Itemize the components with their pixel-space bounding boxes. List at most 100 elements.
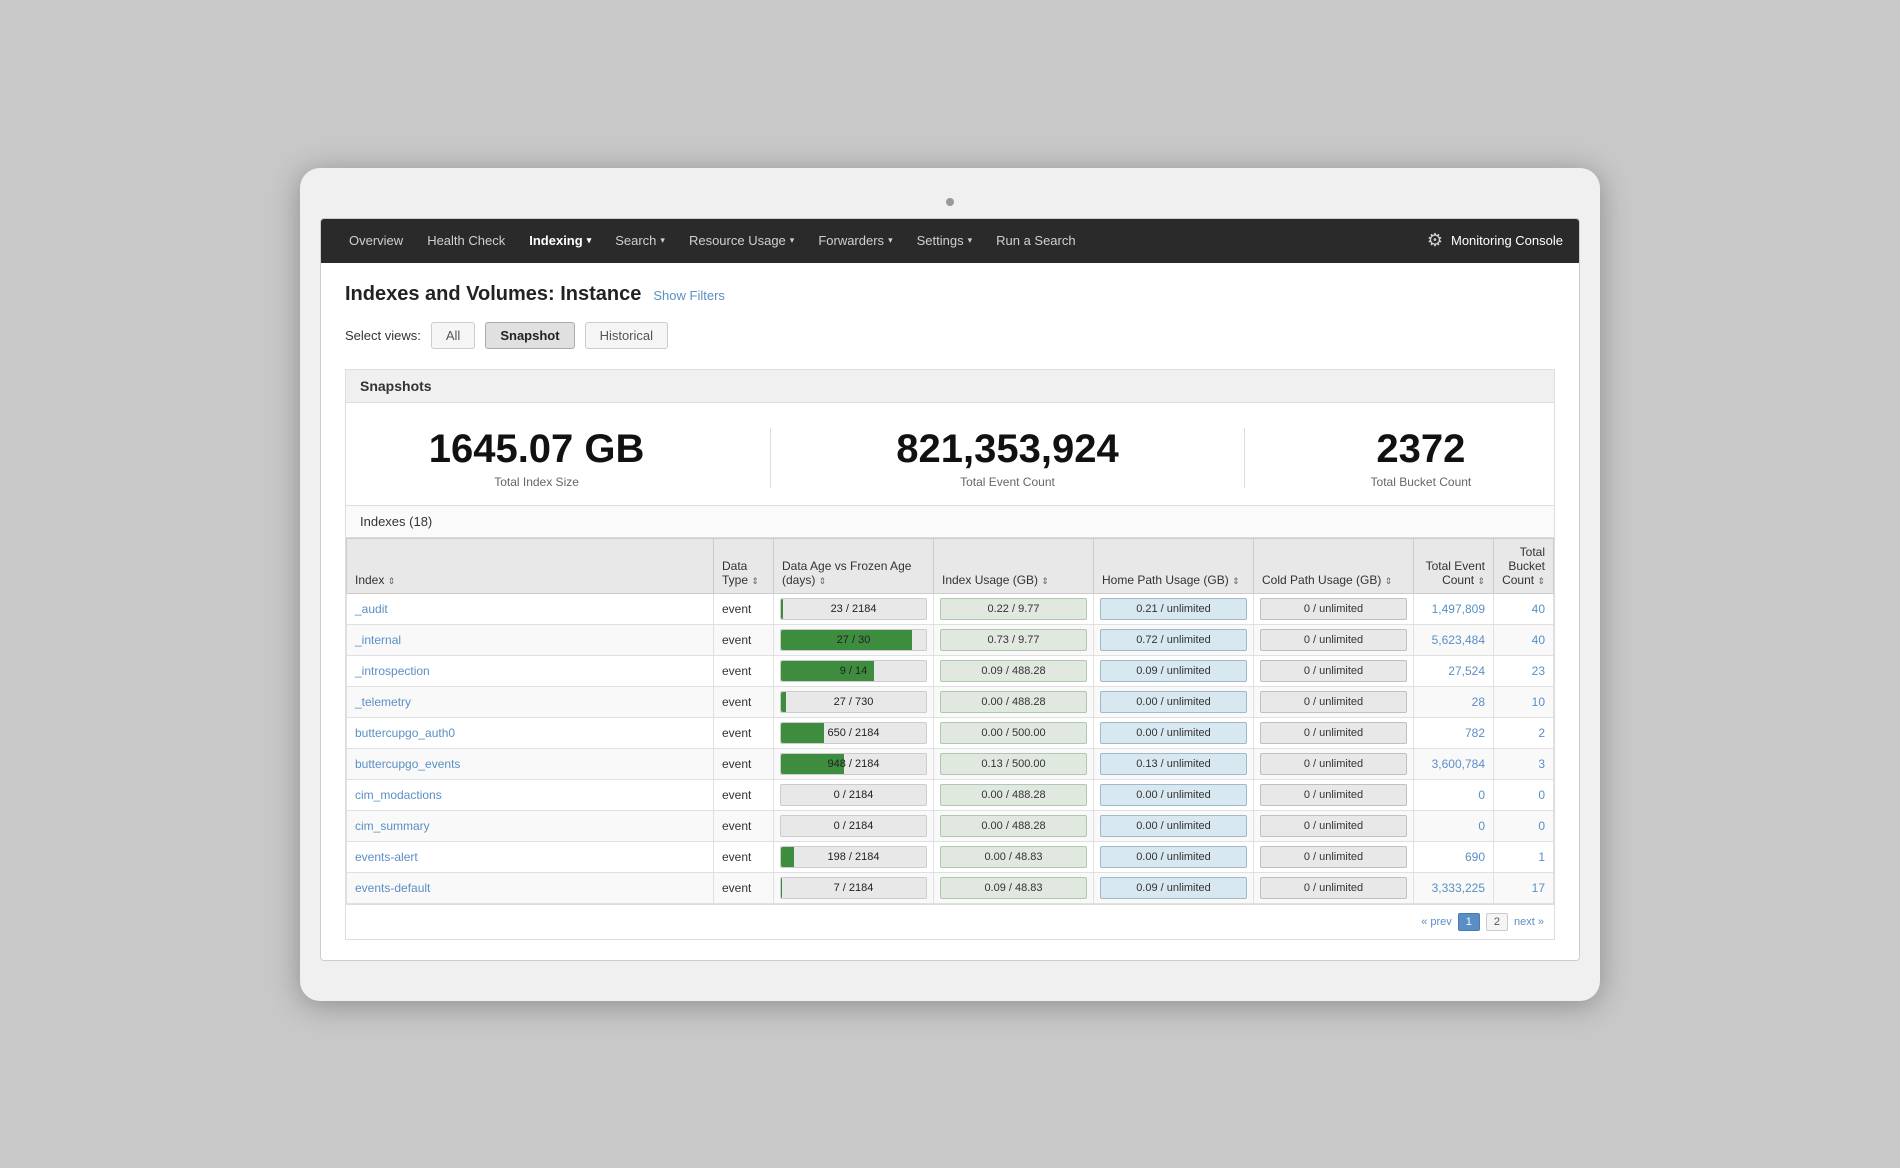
snapshots-section-header: Snapshots: [345, 369, 1555, 403]
home-path-cell: 0.00 / unlimited: [1094, 810, 1254, 841]
index-usage-cell: 0.00 / 500.00: [934, 717, 1094, 748]
index-usage-cell: 0.13 / 500.00: [934, 748, 1094, 779]
event-count-cell: 0: [1414, 779, 1494, 810]
data-age-cell: 9 / 14: [774, 655, 934, 686]
nav-app-title: ⚙ Monitoring Console: [1427, 230, 1563, 251]
event-count-cell: 5,623,484: [1414, 624, 1494, 655]
data-age-cell: 23 / 2184: [774, 593, 934, 624]
nav-overview[interactable]: Overview: [337, 219, 415, 263]
index-type-cell: event: [714, 779, 774, 810]
sort-icon-home: ⇕: [1232, 576, 1240, 586]
index-name-cell[interactable]: _internal: [347, 624, 714, 655]
bucket-count-cell: 1: [1494, 841, 1554, 872]
indexes-table: Index ⇕ Data Type ⇕ Data Age vs Frozen A…: [346, 538, 1554, 904]
sort-icon-datatype: ⇕: [751, 576, 759, 586]
cold-path-cell: 0 / unlimited: [1254, 686, 1414, 717]
nav-run-search[interactable]: Run a Search: [984, 219, 1088, 263]
home-path-cell: 0.00 / unlimited: [1094, 686, 1254, 717]
col-event-count[interactable]: Total Event Count ⇕: [1414, 538, 1494, 593]
bucket-count-cell: 40: [1494, 624, 1554, 655]
view-btn-historical[interactable]: Historical: [585, 322, 668, 349]
home-path-cell: 0.00 / unlimited: [1094, 779, 1254, 810]
home-path-cell: 0.09 / unlimited: [1094, 655, 1254, 686]
index-name-cell[interactable]: _audit: [347, 593, 714, 624]
next-page[interactable]: next »: [1514, 916, 1544, 928]
cold-path-cell: 0 / unlimited: [1254, 717, 1414, 748]
col-data-age[interactable]: Data Age vs Frozen Age (days) ⇕: [774, 538, 934, 593]
page-btn-1[interactable]: 1: [1458, 913, 1480, 931]
index-name-cell[interactable]: cim_summary: [347, 810, 714, 841]
data-age-cell: 948 / 2184: [774, 748, 934, 779]
data-age-cell: 198 / 2184: [774, 841, 934, 872]
nav-indexing-arrow: ▾: [587, 235, 592, 246]
stat-index-size-label: Total Index Size: [429, 475, 645, 489]
event-count-cell: 27,524: [1414, 655, 1494, 686]
event-count-cell: 782: [1414, 717, 1494, 748]
nav-search[interactable]: Search ▾: [603, 219, 677, 263]
sort-icon-cold: ⇕: [1385, 576, 1393, 586]
home-path-cell: 0.00 / unlimited: [1094, 841, 1254, 872]
index-name-cell[interactable]: buttercupgo_events: [347, 748, 714, 779]
stat-divider-2: [1244, 428, 1245, 488]
prev-page[interactable]: « prev: [1421, 916, 1452, 928]
col-cold-path[interactable]: Cold Path Usage (GB) ⇕: [1254, 538, 1414, 593]
camera: [946, 198, 954, 206]
data-age-cell: 7 / 2184: [774, 872, 934, 903]
index-name-cell[interactable]: _telemetry: [347, 686, 714, 717]
view-btn-snapshot[interactable]: Snapshot: [485, 322, 574, 349]
page-btn-2[interactable]: 2: [1486, 913, 1508, 931]
index-type-cell: event: [714, 624, 774, 655]
col-index-usage[interactable]: Index Usage (GB) ⇕: [934, 538, 1094, 593]
table-row: _telemetryevent27 / 7300.00 / 488.280.00…: [347, 686, 1554, 717]
bucket-count-cell: 23: [1494, 655, 1554, 686]
stats-row: 1645.07 GB Total Index Size 821,353,924 …: [345, 403, 1555, 506]
nav-settings[interactable]: Settings ▾: [905, 219, 985, 263]
monitoring-console-icon: ⚙: [1427, 230, 1443, 251]
nav-forwarders[interactable]: Forwarders ▾: [806, 219, 904, 263]
index-type-cell: event: [714, 872, 774, 903]
indexes-section: Indexes (18) Index ⇕ Data Type ⇕ Data Ag…: [345, 506, 1555, 905]
pagination-row: « prev 1 2 next »: [345, 905, 1555, 940]
event-count-cell: 3,333,225: [1414, 872, 1494, 903]
cold-path-cell: 0 / unlimited: [1254, 872, 1414, 903]
home-path-cell: 0.21 / unlimited: [1094, 593, 1254, 624]
index-usage-cell: 0.00 / 488.28: [934, 686, 1094, 717]
show-filters-link[interactable]: Show Filters: [653, 288, 725, 303]
index-name-cell[interactable]: events-alert: [347, 841, 714, 872]
bucket-count-cell: 0: [1494, 810, 1554, 841]
stat-event-count-value: 821,353,924: [896, 427, 1118, 471]
nav-resource-usage[interactable]: Resource Usage ▾: [677, 219, 806, 263]
cold-path-cell: 0 / unlimited: [1254, 624, 1414, 655]
index-type-cell: event: [714, 810, 774, 841]
index-type-cell: event: [714, 717, 774, 748]
index-name-cell[interactable]: _introspection: [347, 655, 714, 686]
nav-settings-arrow: ▾: [968, 235, 973, 246]
page-content: Indexes and Volumes: Instance Show Filte…: [321, 263, 1579, 960]
index-name-cell[interactable]: events-default: [347, 872, 714, 903]
home-path-cell: 0.72 / unlimited: [1094, 624, 1254, 655]
sort-icon-index: ⇕: [388, 576, 396, 586]
table-row: cim_modactionsevent0 / 21840.00 / 488.28…: [347, 779, 1554, 810]
bucket-count-cell: 0: [1494, 779, 1554, 810]
cold-path-cell: 0 / unlimited: [1254, 655, 1414, 686]
cold-path-cell: 0 / unlimited: [1254, 748, 1414, 779]
nav-indexing[interactable]: Indexing ▾: [517, 219, 603, 263]
col-home-path[interactable]: Home Path Usage (GB) ⇕: [1094, 538, 1254, 593]
stat-event-count-label: Total Event Count: [896, 475, 1118, 489]
cold-path-cell: 0 / unlimited: [1254, 841, 1414, 872]
stat-bucket-count-value: 2372: [1371, 427, 1472, 471]
col-index[interactable]: Index ⇕: [347, 538, 714, 593]
device-frame: Overview Health Check Indexing ▾ Search …: [300, 168, 1600, 1001]
table-row: buttercupgo_auth0event650 / 21840.00 / 5…: [347, 717, 1554, 748]
home-path-cell: 0.00 / unlimited: [1094, 717, 1254, 748]
col-data-type[interactable]: Data Type ⇕: [714, 538, 774, 593]
nav-healthcheck[interactable]: Health Check: [415, 219, 517, 263]
index-name-cell[interactable]: buttercupgo_auth0: [347, 717, 714, 748]
view-btn-all[interactable]: All: [431, 322, 475, 349]
col-bucket-count[interactable]: Total Bucket Count ⇕: [1494, 538, 1554, 593]
index-usage-cell: 0.22 / 9.77: [934, 593, 1094, 624]
sort-icon-age: ⇕: [819, 576, 827, 586]
index-name-cell[interactable]: cim_modactions: [347, 779, 714, 810]
index-usage-cell: 0.00 / 488.28: [934, 810, 1094, 841]
cold-path-cell: 0 / unlimited: [1254, 779, 1414, 810]
